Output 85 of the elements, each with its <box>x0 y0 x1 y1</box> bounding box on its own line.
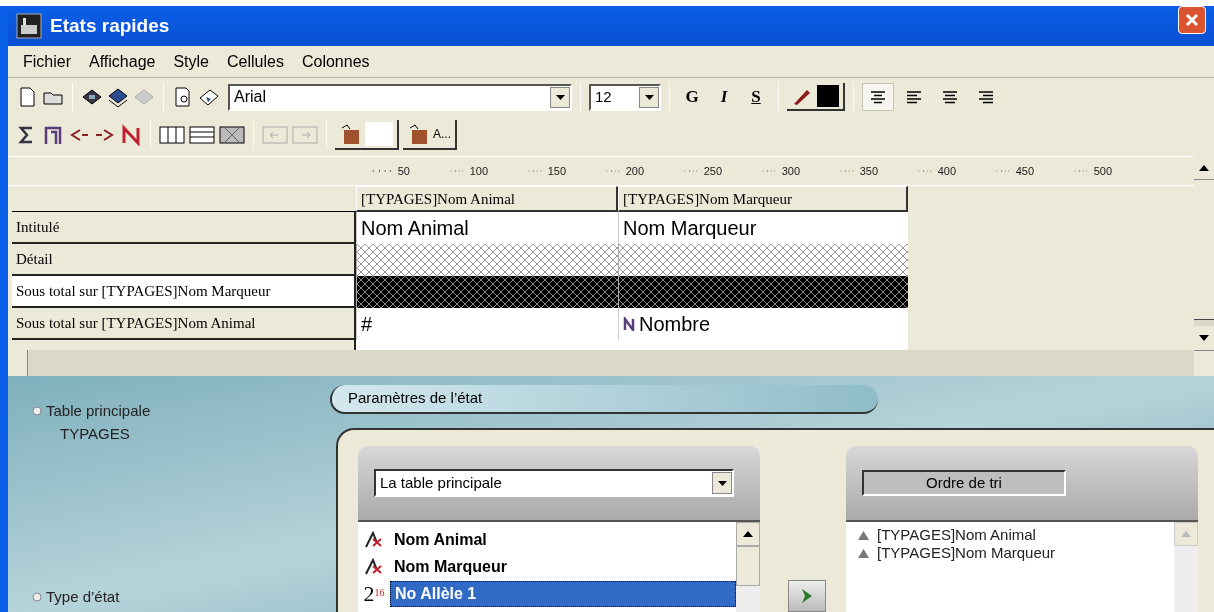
dropdown-arrow-icon <box>717 480 727 486</box>
bullet-icon <box>32 591 42 602</box>
ruler-label: 250 <box>703 163 722 179</box>
scroll-up-icon[interactable] <box>1199 164 1209 171</box>
menu-item[interactable]: Fichier <box>16 49 78 74</box>
font-dropdown[interactable]: Arial <box>228 83 572 111</box>
underline-button[interactable]: S <box>742 84 770 110</box>
integer-type-icon: 2$^{16}$ <box>363 582 385 605</box>
ruler-label: 450 <box>1015 163 1034 179</box>
table-cell-text: Nombre <box>639 312 711 337</box>
ruler-label: 400 <box>937 163 956 179</box>
sidebar-value: TYPAGES <box>59 423 131 444</box>
ruler-label: 150 <box>547 163 566 179</box>
columns-view-icon[interactable] <box>159 124 185 146</box>
paint-bucket-icon <box>407 123 429 145</box>
list-scrollbar[interactable] <box>1174 522 1198 612</box>
ruler-label: 50 <box>397 163 410 179</box>
fill-color-button[interactable] <box>335 120 399 150</box>
color-swatch <box>365 122 393 146</box>
bold-button[interactable]: G <box>678 84 706 110</box>
scrollbar-corner <box>1194 350 1214 376</box>
dropdown-arrow-icon <box>644 94 654 100</box>
menu-item[interactable]: Affichage <box>82 49 163 74</box>
sort-order-header: Ordre de tri <box>862 470 1066 496</box>
column-header[interactable]: [TYPAGES]Nom Animal <box>356 186 618 212</box>
align-icon <box>977 89 995 105</box>
scrollbar-thumb[interactable] <box>1194 180 1214 320</box>
ascending-icon[interactable] <box>858 548 869 558</box>
row-label[interactable]: Détail <box>12 244 356 276</box>
ruler-label: 350 <box>859 163 878 179</box>
font-size-dropdown[interactable]: 12 <box>589 83 661 111</box>
scroll-up-icon[interactable] <box>743 531 753 537</box>
disks-icon[interactable] <box>107 86 129 108</box>
ruler-label: 100 <box>469 163 488 179</box>
add-button[interactable] <box>788 580 826 612</box>
close-button[interactable] <box>1178 6 1206 34</box>
row-label[interactable]: Sous total sur [TYPAGES]Nom Marqueur <box>12 276 356 308</box>
rows-view-icon[interactable] <box>189 124 215 146</box>
arrow-right-icon <box>800 588 814 604</box>
color-swatch <box>817 85 839 107</box>
table-cell-text: Nom Animal <box>361 216 469 241</box>
ruler-label: 500 <box>1093 163 1112 179</box>
list-scrollbar[interactable] <box>736 522 760 612</box>
align-icon <box>869 89 887 105</box>
column-header[interactable]: [TYPAGES]Nom Marqueur <box>618 186 908 212</box>
horizontal-scrollbar[interactable] <box>8 350 1194 376</box>
bullet-icon <box>32 406 42 417</box>
field-item[interactable]: Nom Marqueur <box>390 554 736 579</box>
sidebar-label[interactable]: Table principale <box>46 400 151 423</box>
menu-item[interactable]: Style <box>166 49 216 74</box>
table-cell-text: # <box>361 312 373 337</box>
field-item[interactable]: No Allèle 1 <box>390 580 736 607</box>
menu-item[interactable]: Cellules <box>220 49 291 74</box>
row-label[interactable]: Sous total sur [TYPAGES]Nom Animal <box>12 308 356 340</box>
align-icon <box>941 89 959 105</box>
text-style-button[interactable]: A... <box>403 120 457 150</box>
count-icon[interactable] <box>120 124 142 146</box>
row-label[interactable]: Intitulé <box>12 212 356 244</box>
menu-item[interactable]: Colonnes <box>294 49 377 74</box>
sort-item[interactable]: [TYPAGES]Nom Animal <box>877 523 1036 547</box>
align-button[interactable] <box>862 83 894 111</box>
ruler-label: 200 <box>625 163 644 179</box>
hatch-view-icon[interactable] <box>219 124 245 146</box>
ascending-icon[interactable] <box>858 530 869 540</box>
close-icon <box>1184 12 1200 28</box>
ruler-ticks-icon <box>372 168 392 174</box>
window-title: Etats rapides <box>50 13 171 38</box>
text-color-button[interactable] <box>787 83 845 111</box>
text-field-icon <box>364 530 384 549</box>
scrollbar-thumb[interactable] <box>736 546 760 586</box>
paint-bucket-icon <box>339 123 361 145</box>
count-icon <box>623 317 635 331</box>
italic-button[interactable]: I <box>710 84 738 110</box>
sidebar-label[interactable]: Type d’état <box>46 585 120 608</box>
bracket-icon[interactable] <box>42 124 64 146</box>
text-field-icon <box>364 557 384 576</box>
dropdown-arrow-icon <box>555 94 565 100</box>
scroll-down-icon[interactable] <box>1199 335 1209 341</box>
table-cell-text: Nom Marqueur <box>623 216 757 241</box>
table-dropdown[interactable]: La table principale <box>374 469 734 497</box>
ruler-label: 300 <box>781 163 800 179</box>
field-item[interactable]: Nom Animal <box>390 527 736 552</box>
align-icon <box>905 89 923 105</box>
window-icon <box>16 13 42 39</box>
parameters-tab[interactable]: Paramètres de l’état <box>330 385 878 414</box>
